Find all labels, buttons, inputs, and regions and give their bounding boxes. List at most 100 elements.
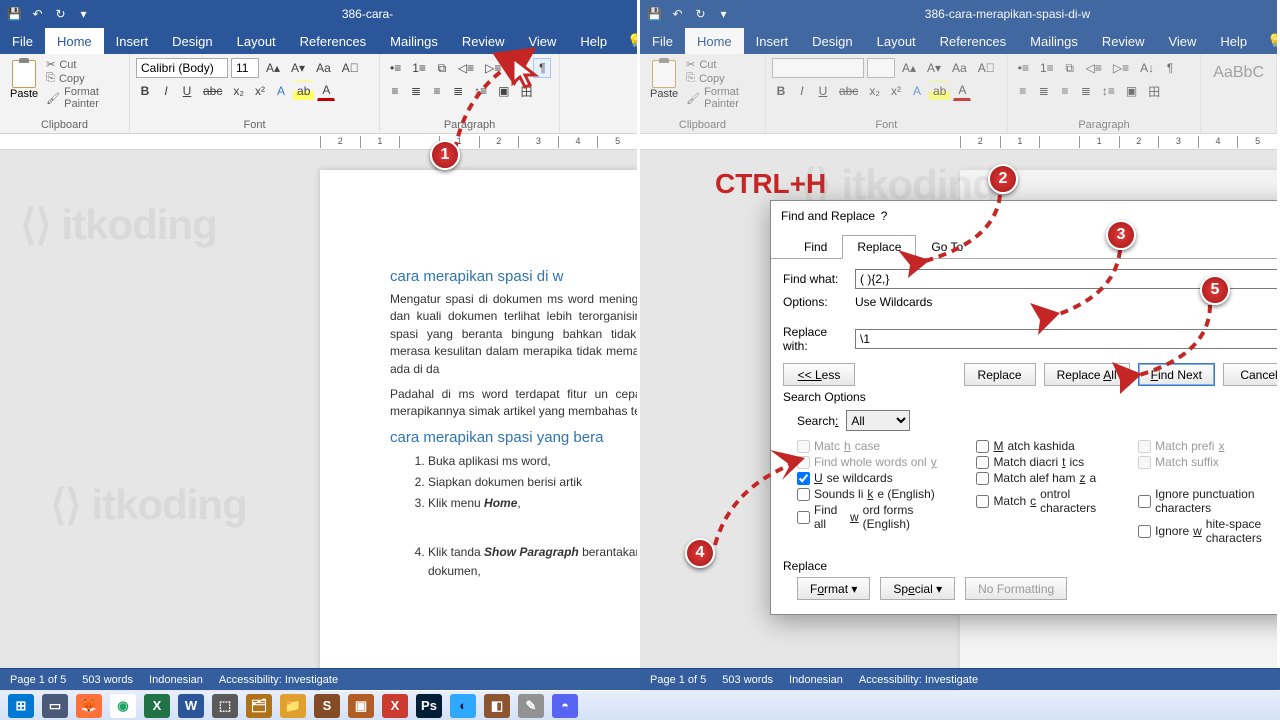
tab-mailings[interactable]: Mailings — [378, 28, 450, 54]
align-center-button[interactable]: ≣ — [407, 81, 425, 101]
save-icon[interactable]: 💾 — [648, 8, 661, 21]
copy-button[interactable]: ⎘ Copy — [46, 72, 123, 85]
paste-button[interactable]: Paste — [646, 58, 682, 110]
word-icon[interactable]: W — [178, 694, 204, 718]
options-label: Options: — [783, 295, 855, 309]
special-button[interactable]: Special ▾ — [880, 577, 955, 600]
match-diacritics-check[interactable]: Match diacritics — [976, 455, 1108, 469]
search-direction-select[interactable]: All — [846, 410, 910, 431]
tab-find[interactable]: Find — [789, 235, 842, 259]
underline-button[interactable]: U — [178, 81, 196, 101]
excel-icon[interactable]: X — [144, 694, 170, 718]
font-name-input[interactable] — [772, 58, 864, 78]
cut-button[interactable]: ✂ Cut — [686, 58, 759, 71]
superscript-button[interactable]: x² — [251, 81, 269, 101]
bulb-icon: 💡 — [1267, 33, 1280, 49]
app-icon[interactable]: 📁 — [280, 694, 306, 718]
cancel-button[interactable]: Cancel — [1223, 363, 1280, 386]
windows-taskbar[interactable]: ⊞ ▭ 🦊 ◉ X W ⬚ 🗂 📁 S ▣ X Ps ◐ ◧ ✎ ◓ — [0, 691, 1280, 720]
firefox-icon[interactable]: 🦊 — [76, 694, 102, 718]
paragraph-2: Padahal di ms word terdapat fitur un cep… — [390, 386, 637, 421]
sublime-icon[interactable]: S — [314, 694, 340, 718]
app-icon[interactable]: 🗂 — [246, 694, 272, 718]
tab-insert[interactable]: Insert — [104, 28, 161, 54]
app-icon[interactable]: ▣ — [348, 694, 374, 718]
paste-button[interactable]: Paste — [6, 58, 42, 110]
align-right-button[interactable]: ≡ — [428, 81, 446, 101]
tab-home[interactable]: Home — [685, 28, 744, 54]
undo-icon[interactable]: ↶ — [31, 8, 44, 21]
match-alef-check[interactable]: Match alef hamza — [976, 471, 1108, 485]
app-icon[interactable]: ◐ — [450, 694, 476, 718]
italic-button[interactable]: I — [157, 81, 175, 101]
format-painter-button[interactable]: 🖌 Format Painter — [46, 86, 123, 110]
no-formatting-button[interactable]: No Formatting — [965, 577, 1067, 600]
tab-references[interactable]: References — [928, 28, 1018, 54]
tab-design[interactable]: Design — [800, 28, 864, 54]
cut-button[interactable]: ✂ Cut — [46, 58, 123, 71]
tab-view[interactable]: View — [1156, 28, 1208, 54]
font-color-button[interactable]: A — [317, 81, 335, 101]
shrink-font-icon[interactable]: A▾ — [287, 58, 309, 78]
qat-more-icon[interactable]: ▾ — [77, 8, 90, 21]
qat-more-icon[interactable]: ▾ — [717, 8, 730, 21]
tab-review[interactable]: Review — [1090, 28, 1157, 54]
strike-button[interactable]: abc — [199, 81, 226, 101]
tab-home[interactable]: Home — [45, 28, 104, 54]
font-size-input[interactable] — [231, 58, 259, 78]
annotation-badge-5: 5 — [1200, 275, 1230, 305]
ignore-space-check[interactable]: Ignore white-space characters — [1138, 517, 1280, 545]
tab-mailings[interactable]: Mailings — [1018, 28, 1090, 54]
tab-references[interactable]: References — [288, 28, 378, 54]
grow-font-icon[interactable]: A▴ — [262, 58, 284, 78]
tab-help[interactable]: Help — [568, 28, 619, 54]
document-area[interactable]: cara merapikan spasi di w Mengatur spasi… — [0, 150, 637, 691]
highlight-button[interactable]: ab — [293, 81, 314, 101]
save-icon[interactable]: 💾 — [8, 8, 21, 21]
numbering-button[interactable]: 1≡ — [408, 58, 430, 78]
xampp-icon[interactable]: X — [382, 694, 408, 718]
app-icon[interactable]: ⬚ — [212, 694, 238, 718]
app-icon[interactable]: ✎ — [518, 694, 544, 718]
match-control-check[interactable]: Match control characters — [976, 487, 1108, 515]
tab-help[interactable]: Help — [1208, 28, 1259, 54]
clear-format-icon[interactable]: A⃠ — [338, 58, 363, 78]
subscript-button[interactable]: x₂ — [229, 81, 248, 101]
redo-icon[interactable]: ↻ — [694, 8, 707, 21]
bullets-button[interactable]: •≡ — [386, 58, 405, 78]
redo-icon[interactable]: ↻ — [54, 8, 67, 21]
replace-button[interactable]: Replace — [964, 363, 1036, 386]
font-name-input[interactable] — [136, 58, 228, 78]
taskview-icon[interactable]: ▭ — [42, 694, 68, 718]
font-size-input[interactable] — [867, 58, 895, 78]
style-preview[interactable]: AaBbC — [1207, 58, 1270, 88]
start-icon[interactable]: ⊞ — [8, 694, 34, 718]
change-case-icon[interactable]: Aa — [312, 58, 335, 78]
tab-layout[interactable]: Layout — [865, 28, 928, 54]
copy-button[interactable]: ⎘ Copy — [686, 72, 759, 85]
tab-file[interactable]: File — [0, 28, 45, 54]
app-icon[interactable]: ◧ — [484, 694, 510, 718]
chrome-icon[interactable]: ◉ — [110, 694, 136, 718]
undo-icon[interactable]: ↶ — [671, 8, 684, 21]
bold-button[interactable]: B — [136, 81, 154, 101]
format-button[interactable]: Format ▾ — [797, 577, 870, 600]
tab-layout[interactable]: Layout — [225, 28, 288, 54]
titlebar: 💾 ↶ ↻ ▾ 386-cara- — [0, 0, 637, 28]
format-painter-button[interactable]: 🖌 Format Painter — [686, 86, 759, 110]
annotation-badge-2: 2 — [988, 164, 1018, 194]
cursor-icon — [510, 55, 540, 91]
ignore-punct-check[interactable]: Ignore punctuation characters — [1138, 487, 1280, 515]
tab-file[interactable]: File — [640, 28, 685, 54]
photoshop-icon[interactable]: Ps — [416, 694, 442, 718]
align-left-button[interactable]: ≡ — [386, 81, 404, 101]
tab-insert[interactable]: Insert — [744, 28, 801, 54]
multilevel-button[interactable]: ⧉ — [433, 58, 451, 78]
match-kashida-check[interactable]: Match kashida — [976, 439, 1108, 453]
tab-review[interactable]: Review — [450, 28, 517, 54]
less-button[interactable]: << Less — [783, 363, 855, 386]
tab-view[interactable]: View — [516, 28, 568, 54]
text-effect-button[interactable]: A — [272, 81, 290, 101]
discord-icon[interactable]: ◓ — [552, 694, 578, 718]
tab-design[interactable]: Design — [160, 28, 224, 54]
